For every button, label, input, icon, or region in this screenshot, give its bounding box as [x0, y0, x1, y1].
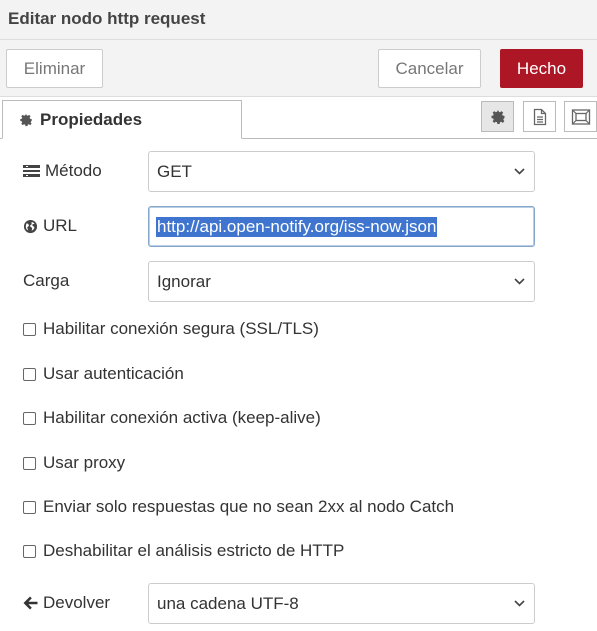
- non2xx-checkbox[interactable]: [23, 500, 36, 514]
- keepalive-checkbox[interactable]: [23, 411, 36, 425]
- non2xx-checkbox-label: Enviar solo respuestas que no sean 2xx a…: [43, 497, 455, 516]
- ssl-checkbox-row[interactable]: Habilitar conexión segura (SSL/TLS): [23, 319, 319, 339]
- strict-http-checkbox[interactable]: [23, 544, 36, 558]
- node-settings-button[interactable]: [481, 101, 514, 132]
- method-label: Método: [23, 161, 102, 181]
- auth-checkbox-label: Usar autenticación: [43, 364, 184, 383]
- chevron-down-icon: [514, 278, 525, 285]
- method-select-value: GET: [157, 161, 192, 181]
- method-row: Método GET: [0, 151, 597, 192]
- proxy-checkbox-label: Usar proxy: [43, 453, 126, 472]
- tab-properties[interactable]: Propiedades: [2, 100, 242, 139]
- chevron-down-icon: [514, 168, 525, 175]
- chevron-down-icon: [514, 600, 525, 607]
- strict-http-checkbox-row[interactable]: Deshabilitar el análisis estricto de HTT…: [23, 541, 344, 561]
- arrow-left-icon: [23, 596, 38, 610]
- payload-label: Carga: [23, 271, 69, 291]
- gear-icon: [19, 113, 33, 127]
- keepalive-checkbox-row[interactable]: Habilitar conexión activa (keep-alive): [23, 408, 321, 428]
- dialog-toolbar: Eliminar Cancelar Hecho: [0, 40, 597, 97]
- properties-panel: Método GET URL http://api.open-notify.or…: [0, 139, 597, 631]
- ssl-checkbox-label: Habilitar conexión segura (SSL/TLS): [43, 319, 319, 338]
- tab-bar: Propiedades: [0, 97, 597, 139]
- url-row: URL http://api.open-notify.org/iss-now.j…: [0, 206, 597, 247]
- tab-properties-label: Propiedades: [40, 109, 143, 129]
- method-select[interactable]: GET: [148, 151, 535, 192]
- node-description-button[interactable]: [523, 101, 556, 132]
- node-appearance-button[interactable]: [564, 101, 597, 132]
- dialog-title: Editar nodo http request: [8, 9, 206, 28]
- url-input[interactable]: http://api.open-notify.org/iss-now.json: [148, 206, 535, 247]
- return-row: Devolver una cadena UTF-8: [0, 583, 597, 624]
- dialog-header: Editar nodo http request: [0, 0, 597, 40]
- payload-label-text: Carga: [23, 271, 70, 290]
- return-label: Devolver: [23, 593, 110, 613]
- cancel-button[interactable]: Cancelar: [378, 49, 481, 88]
- return-select[interactable]: una cadena UTF-8: [148, 583, 535, 624]
- payload-select-value: Ignorar: [157, 271, 211, 291]
- ssl-checkbox[interactable]: [23, 322, 36, 336]
- gear-icon: [490, 109, 506, 125]
- payload-row: Carga Ignorar: [0, 261, 597, 302]
- proxy-checkbox[interactable]: [23, 456, 36, 470]
- return-label-text: Devolver: [43, 593, 111, 612]
- document-icon: [532, 108, 548, 126]
- delete-button[interactable]: Eliminar: [6, 49, 103, 88]
- payload-select[interactable]: Ignorar: [148, 261, 535, 302]
- globe-icon: [23, 219, 38, 234]
- return-select-value: una cadena UTF-8: [157, 593, 299, 613]
- url-label-text: URL: [43, 216, 78, 235]
- non2xx-checkbox-row[interactable]: Enviar solo respuestas que no sean 2xx a…: [23, 497, 454, 517]
- strict-http-checkbox-label: Deshabilitar el análisis estricto de HTT…: [43, 541, 345, 560]
- window-icon: [571, 108, 591, 126]
- url-input-value: http://api.open-notify.org/iss-now.json: [156, 216, 438, 237]
- auth-checkbox-row[interactable]: Usar autenticación: [23, 364, 184, 384]
- auth-checkbox[interactable]: [23, 367, 36, 381]
- method-label-text: Método: [45, 161, 102, 180]
- url-label: URL: [23, 216, 77, 236]
- proxy-checkbox-row[interactable]: Usar proxy: [23, 453, 125, 473]
- keepalive-checkbox-label: Habilitar conexión activa (keep-alive): [43, 408, 321, 427]
- list-icon: [23, 164, 40, 178]
- done-button[interactable]: Hecho: [500, 49, 583, 88]
